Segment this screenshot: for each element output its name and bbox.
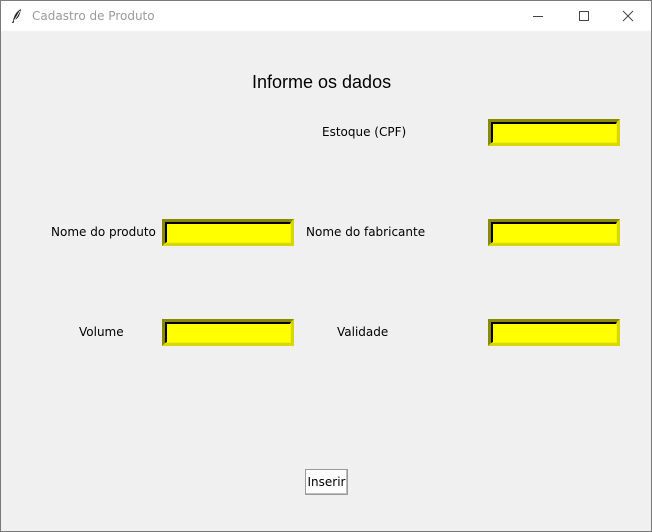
title-bar[interactable]: Cadastro de Produto [1, 1, 651, 31]
nome-fabricante-label: Nome do fabricante [306, 225, 426, 239]
form-area: Informe os dados Estoque (CPF) Nome do p… [1, 32, 651, 531]
nome-produto-field[interactable] [162, 219, 294, 246]
close-button[interactable] [605, 1, 651, 31]
nome-produto-label: Nome do produto [51, 225, 156, 239]
nome-fabricante-field[interactable] [488, 219, 620, 246]
validade-label: Validade [337, 325, 389, 339]
feather-icon [10, 8, 24, 24]
app-window: Cadastro de Produto Informe os dados Est… [0, 0, 652, 532]
nome-fabricante-input[interactable] [494, 224, 612, 240]
close-icon [622, 10, 634, 22]
nome-produto-input[interactable] [168, 224, 286, 240]
estoque-label: Estoque (CPF) [322, 125, 407, 139]
estoque-field[interactable] [488, 119, 620, 146]
validade-input[interactable] [494, 324, 612, 340]
minimize-icon [533, 16, 543, 17]
insert-button[interactable]: Inserir [305, 469, 348, 495]
minimize-button[interactable] [515, 1, 561, 31]
volume-input[interactable] [168, 324, 286, 340]
estoque-input[interactable] [494, 124, 612, 140]
volume-label: Volume [79, 325, 124, 339]
validade-field[interactable] [488, 319, 620, 346]
volume-field[interactable] [162, 319, 294, 346]
window-title: Cadastro de Produto [32, 9, 155, 23]
form-heading: Informe os dados [252, 72, 392, 92]
maximize-button[interactable] [561, 1, 607, 31]
maximize-icon [579, 11, 589, 21]
